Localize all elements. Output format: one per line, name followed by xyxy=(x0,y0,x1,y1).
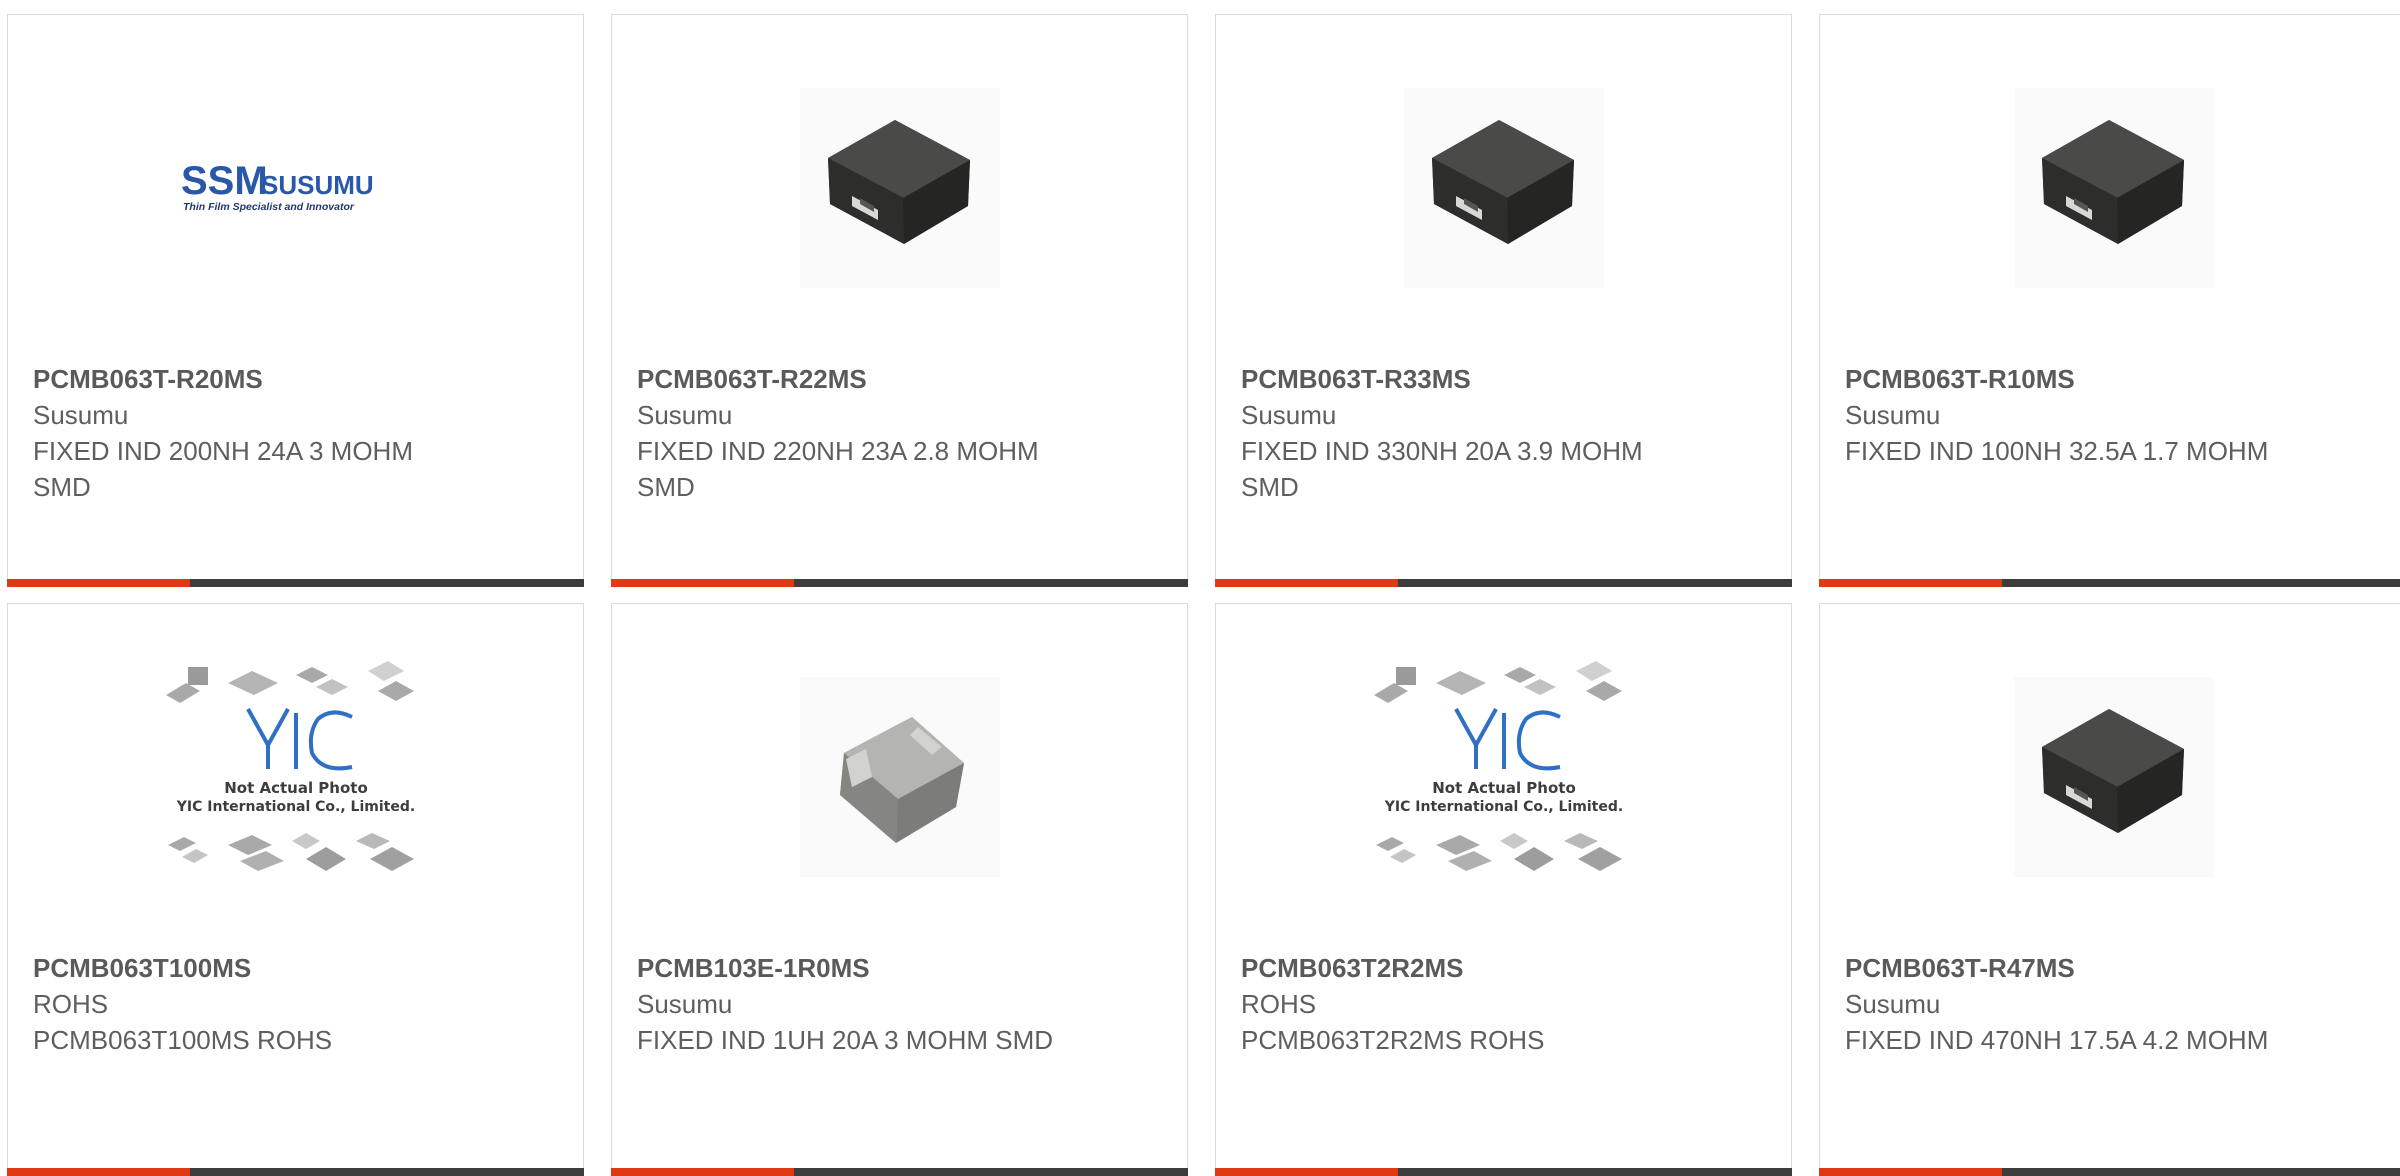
card-bottom-bar xyxy=(611,1168,1188,1176)
card-bottom-bar xyxy=(1819,1168,2400,1176)
card-bottom-bar xyxy=(1215,579,1792,587)
product-grid: SSM SUSUMU Thin Film Specialist and Inno… xyxy=(0,0,2400,1176)
accent-strip xyxy=(1819,1168,2002,1176)
description-text: FIXED IND 200NH 24A 3 MOHM SMD xyxy=(33,436,413,502)
accent-strip xyxy=(611,579,794,587)
manufacturer-label: Susumu xyxy=(1845,989,1941,1019)
accent-strip xyxy=(611,1168,794,1176)
part-number-link[interactable]: PCMB063T-R33MS xyxy=(1241,361,1681,397)
product-card[interactable]: PCMB063T-R10MS Susumu FIXED IND 100NH 32… xyxy=(1819,14,2400,587)
product-card[interactable]: PCMB063T-R22MS Susumu FIXED IND 220NH 23… xyxy=(611,14,1188,587)
placeholder-line1: Not Actual Photo xyxy=(224,779,368,797)
card-bottom-bar xyxy=(611,579,1188,587)
accent-strip xyxy=(1215,1168,1398,1176)
product-card[interactable]: Not Actual Photo YIC International Co., … xyxy=(7,603,584,1176)
logo-tagline: Thin Film Specialist and Innovator xyxy=(183,201,355,213)
logo-name: SUSUMU xyxy=(261,170,374,200)
product-card[interactable]: PCMB063T-R47MS Susumu FIXED IND 470NH 17… xyxy=(1819,603,2400,1176)
placeholder-line2: YIC International Co., Limited. xyxy=(175,799,414,815)
part-number-link[interactable]: PCMB063T-R22MS xyxy=(637,361,1077,397)
product-image[interactable]: Not Actual Photo YIC International Co., … xyxy=(8,604,583,949)
description-text: PCMB063T2R2MS ROHS xyxy=(1241,1025,1545,1055)
card-bottom-bar xyxy=(7,1168,584,1176)
part-number-link[interactable]: PCMB063T-R10MS xyxy=(1845,361,2298,397)
susumu-logo: SSM SUSUMU Thin Film Specialist and Inno… xyxy=(181,159,374,213)
card-bottom-bar xyxy=(7,579,584,587)
not-actual-photo-image: Not Actual Photo YIC International Co., … xyxy=(165,660,415,871)
accent-strip xyxy=(1215,579,1398,587)
product-image[interactable] xyxy=(1820,15,2400,360)
accent-strip xyxy=(7,1168,190,1176)
part-number-link[interactable]: PCMB063T100MS xyxy=(33,950,473,986)
card-bottom-bar xyxy=(1819,579,2400,587)
part-number-link[interactable]: PCMB063T2R2MS xyxy=(1241,950,1681,986)
inductor-dark-image xyxy=(1403,87,1604,288)
accent-strip xyxy=(7,579,190,587)
part-number-link[interactable]: PCMB063T-R47MS xyxy=(1845,950,2298,986)
manufacturer-label: ROHS xyxy=(1241,989,1317,1019)
description-text: FIXED IND 470NH 17.5A 4.2 MOHM xyxy=(1845,1025,2269,1055)
product-card[interactable]: PCMB103E-1R0MS Susumu FIXED IND 1UH 20A … xyxy=(611,603,1188,1176)
part-number-link[interactable]: PCMB063T-R20MS xyxy=(33,361,473,397)
inductor-dark-image xyxy=(2014,676,2214,877)
description-text: FIXED IND 330NH 20A 3.9 MOHM SMD xyxy=(1241,436,1643,502)
manufacturer-label: Susumu xyxy=(33,400,129,430)
description-text: FIXED IND 220NH 23A 2.8 MOHM SMD xyxy=(637,436,1039,502)
part-number-link[interactable]: PCMB103E-1R0MS xyxy=(637,950,1077,986)
product-image[interactable]: SSM SUSUMU Thin Film Specialist and Inno… xyxy=(8,15,583,360)
product-image[interactable]: Not Actual Photo YIC International Co., … xyxy=(1216,604,1791,949)
manufacturer-label: Susumu xyxy=(1241,400,1337,430)
description-text: PCMB063T100MS ROHS xyxy=(33,1025,333,1055)
manufacturer-label: Susumu xyxy=(1845,400,1941,430)
card-bottom-bar xyxy=(1215,1168,1792,1176)
inductor-dark-image xyxy=(2014,87,2214,288)
inductor-silver-image xyxy=(799,676,1000,877)
product-image[interactable] xyxy=(1820,604,2400,949)
placeholder-line1: Not Actual Photo xyxy=(1432,779,1576,797)
product-image[interactable] xyxy=(1216,15,1791,360)
accent-strip xyxy=(1819,579,2002,587)
product-image[interactable] xyxy=(612,604,1187,949)
description-text: FIXED IND 1UH 20A 3 MOHM SMD xyxy=(637,1025,1054,1055)
product-card[interactable]: SSM SUSUMU Thin Film Specialist and Inno… xyxy=(7,14,584,587)
product-card[interactable]: PCMB063T-R33MS Susumu FIXED IND 330NH 20… xyxy=(1215,14,1792,587)
not-actual-photo-image: Not Actual Photo YIC International Co., … xyxy=(1373,660,1623,871)
product-image[interactable] xyxy=(612,15,1187,360)
inductor-dark-image xyxy=(799,87,1000,288)
product-card[interactable]: Not Actual Photo YIC International Co., … xyxy=(1215,603,1792,1176)
logo-brand: SSM xyxy=(181,159,268,203)
manufacturer-label: Susumu xyxy=(637,400,733,430)
placeholder-line2: YIC International Co., Limited. xyxy=(1383,799,1622,815)
description-text: FIXED IND 100NH 32.5A 1.7 MOHM xyxy=(1845,436,2269,466)
manufacturer-label: Susumu xyxy=(637,989,733,1019)
manufacturer-label: ROHS xyxy=(33,989,109,1019)
